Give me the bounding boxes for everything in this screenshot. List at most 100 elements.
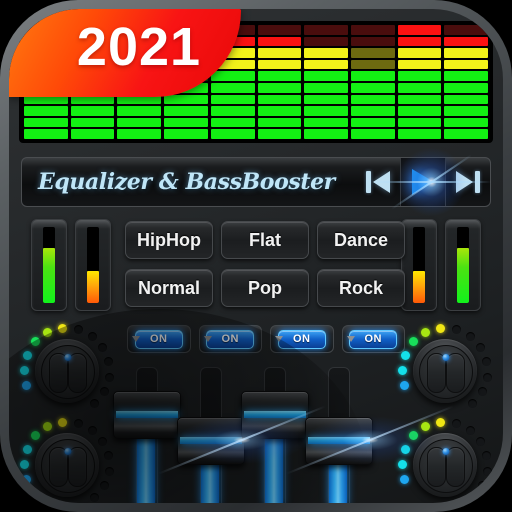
knob-led-indicator: [22, 381, 32, 391]
spectrum-segment: [350, 129, 395, 139]
knob-body[interactable]: [413, 433, 477, 497]
knob-led-indicator: [400, 381, 410, 391]
spectrum-segment: [350, 117, 395, 128]
spectrum-segment: [304, 59, 348, 70]
spectrum-segment: [397, 36, 442, 47]
preset-hiphop-button[interactable]: HipHop: [125, 221, 213, 259]
knob-led-indicator: [22, 475, 32, 485]
knob-led-indicator: [100, 481, 110, 491]
preset-row-1: HipHop Flat Dance: [125, 221, 405, 259]
spectrum-segment: [444, 48, 489, 58]
slider-handle[interactable]: [177, 417, 245, 465]
spectrum-column: [257, 25, 302, 139]
preset-dance-button[interactable]: Dance: [317, 221, 405, 259]
knob-bottom-right[interactable]: [395, 415, 495, 503]
toggle-on-button-2[interactable]: ON: [206, 329, 255, 349]
knob-led-indicator: [30, 337, 40, 347]
next-button[interactable]: [446, 158, 490, 206]
knob-led-indicator: [397, 459, 407, 469]
toggle-on-button-4[interactable]: ON: [349, 329, 398, 349]
spectrum-segment: [350, 71, 395, 82]
spectrum-segment: [397, 129, 442, 139]
knob-led-indicator: [73, 418, 83, 428]
toggle-on-button-1[interactable]: ON: [134, 329, 183, 349]
spectrum-segment: [350, 83, 395, 93]
spectrum-segment: [257, 117, 302, 128]
knob-pointer-icon: [64, 448, 72, 455]
toggle-on-button-3[interactable]: ON: [277, 329, 326, 349]
spectrum-segment: [70, 129, 115, 139]
meter-right-2: [445, 219, 481, 311]
slider-handle[interactable]: [241, 391, 309, 439]
knob-led-indicator: [397, 365, 407, 375]
knob-top-left[interactable]: [17, 321, 117, 421]
spectrum-segment: [164, 129, 208, 139]
previous-button[interactable]: [356, 158, 400, 206]
band-slider-3[interactable]: [241, 367, 309, 503]
spectrum-segment: [304, 48, 348, 58]
spectrum-segment: [257, 106, 302, 116]
spectrum-segment: [397, 94, 442, 105]
preset-normal-button[interactable]: Normal: [125, 269, 213, 307]
knob-led-indicator: [19, 459, 29, 469]
meter-left-1: [31, 219, 67, 311]
knob-led-indicator: [465, 331, 475, 341]
knob-led-indicator: [476, 342, 486, 352]
knob-body[interactable]: [35, 433, 99, 497]
spectrum-segment: [210, 106, 255, 116]
preset-rock-button[interactable]: Rock: [317, 269, 405, 307]
knob-led-indicator: [436, 323, 446, 333]
knob-body[interactable]: [413, 339, 477, 403]
toggle-slot-2: ON: [198, 325, 262, 353]
band-slider-1[interactable]: [113, 367, 181, 503]
spectrum-column: [444, 25, 489, 139]
toggle-slot-3: ON: [270, 325, 334, 353]
knob-led-indicator: [100, 387, 110, 397]
spectrum-segment: [304, 83, 348, 93]
spectrum-segment: [117, 117, 162, 128]
spectrum-segment: [397, 59, 442, 70]
spectrum-segment: [257, 94, 302, 105]
knob-led-indicator: [468, 493, 478, 503]
preset-flat-button[interactable]: Flat: [221, 221, 309, 259]
play-button[interactable]: [388, 139, 475, 225]
knob-bottom-left[interactable]: [17, 415, 117, 503]
spectrum-segment: [304, 117, 348, 128]
slider-handle[interactable]: [113, 391, 181, 439]
preset-pop-button[interactable]: Pop: [221, 269, 309, 307]
spectrum-segment: [117, 106, 162, 116]
knob-top-right[interactable]: [395, 321, 495, 421]
spectrum-segment: [444, 94, 489, 105]
knob-led-indicator: [30, 431, 40, 441]
spectrum-segment: [397, 83, 442, 93]
slider-handle-light: [180, 437, 242, 444]
knob-led-indicator: [87, 425, 97, 435]
spectrum-segment: [257, 48, 302, 58]
spectrum-segment: [24, 106, 68, 116]
spectrum-segment: [444, 83, 489, 93]
page-title: Equalizer & BassBooster: [38, 169, 335, 195]
spectrum-column: [397, 25, 442, 139]
spectrum-segment: [210, 129, 255, 139]
slider-handle[interactable]: [305, 417, 373, 465]
knob-pointer-icon: [442, 448, 450, 455]
spectrum-segment: [350, 94, 395, 105]
knob-led-indicator: [105, 466, 115, 476]
app-root: 2021 Equalizer & BassBooster HipHop Flat…: [0, 0, 512, 512]
title-bar: Equalizer & BassBooster: [21, 139, 491, 225]
band-slider-4[interactable]: [305, 367, 373, 503]
spectrum-segment: [444, 106, 489, 116]
spectrum-segment: [444, 59, 489, 70]
knob-body[interactable]: [35, 339, 99, 403]
device-body: 2021 Equalizer & BassBooster HipHop Flat…: [9, 9, 503, 503]
chevron-down-icon: [132, 336, 140, 342]
knob-led-indicator: [87, 331, 97, 341]
knob-led-indicator: [483, 372, 493, 382]
spectrum-segment: [210, 71, 255, 82]
spectrum-segment: [397, 71, 442, 82]
spectrum-segment: [304, 71, 348, 82]
spectrum-segment: [350, 25, 395, 35]
band-slider-2[interactable]: [177, 367, 245, 503]
spectrum-segment: [210, 83, 255, 93]
knob-led-indicator: [73, 324, 83, 334]
